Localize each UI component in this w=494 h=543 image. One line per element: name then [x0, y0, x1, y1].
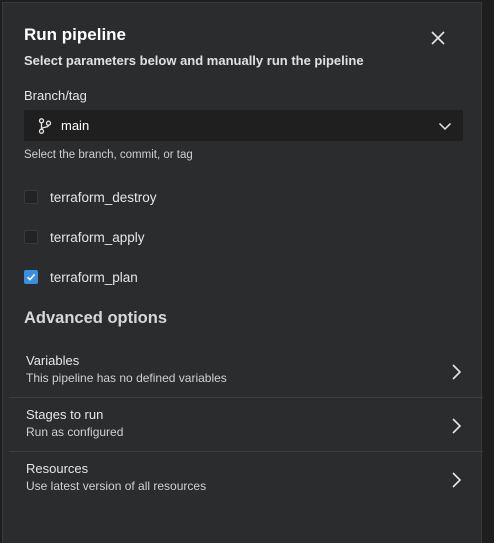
chevron-right-icon	[452, 364, 462, 380]
option-description: Run as configured	[26, 425, 124, 439]
chevron-right-icon	[452, 418, 462, 434]
dialog-subtitle: Select parameters below and manually run…	[24, 53, 364, 68]
close-button[interactable]	[423, 23, 453, 53]
option-stages-to-run[interactable]: Stages to run Run as configured	[9, 399, 483, 452]
option-description: This pipeline has no defined variables	[26, 371, 227, 385]
option-title: Resources	[26, 461, 89, 476]
branch-help-text: Select the branch, commit, or tag	[24, 149, 193, 161]
branch-tag-dropdown[interactable]: main	[24, 110, 463, 141]
param-terraform-destroy[interactable]: terraform_destroy	[24, 187, 157, 207]
dialog-title: Run pipeline	[24, 25, 126, 44]
checkbox-label: terraform_apply	[50, 229, 145, 245]
checkbox-label: terraform_plan	[50, 269, 138, 285]
close-icon	[431, 31, 445, 45]
checkbox-terraform-destroy[interactable]	[24, 190, 38, 204]
branch-tag-label: Branch/tag	[24, 88, 87, 103]
run-pipeline-dialog: Run pipeline Select parameters below and…	[2, 2, 483, 543]
option-variables[interactable]: Variables This pipeline has no defined v…	[9, 345, 483, 398]
param-terraform-apply[interactable]: terraform_apply	[24, 227, 145, 247]
option-resources[interactable]: Resources Use latest version of all reso…	[9, 453, 483, 506]
branch-icon	[37, 117, 53, 134]
branch-value: main	[61, 118, 90, 133]
option-description: Use latest version of all resources	[26, 479, 207, 493]
option-title: Variables	[26, 353, 80, 368]
chevron-down-icon	[438, 122, 452, 131]
option-title: Stages to run	[26, 407, 104, 422]
advanced-options-heading: Advanced options	[24, 309, 168, 327]
checkbox-terraform-plan[interactable]	[24, 270, 38, 284]
param-terraform-plan[interactable]: terraform_plan	[24, 267, 138, 287]
checkbox-terraform-apply[interactable]	[24, 230, 38, 244]
checkbox-label: terraform_destroy	[50, 189, 157, 205]
chevron-right-icon	[452, 472, 462, 488]
checkmark-icon	[26, 273, 36, 281]
